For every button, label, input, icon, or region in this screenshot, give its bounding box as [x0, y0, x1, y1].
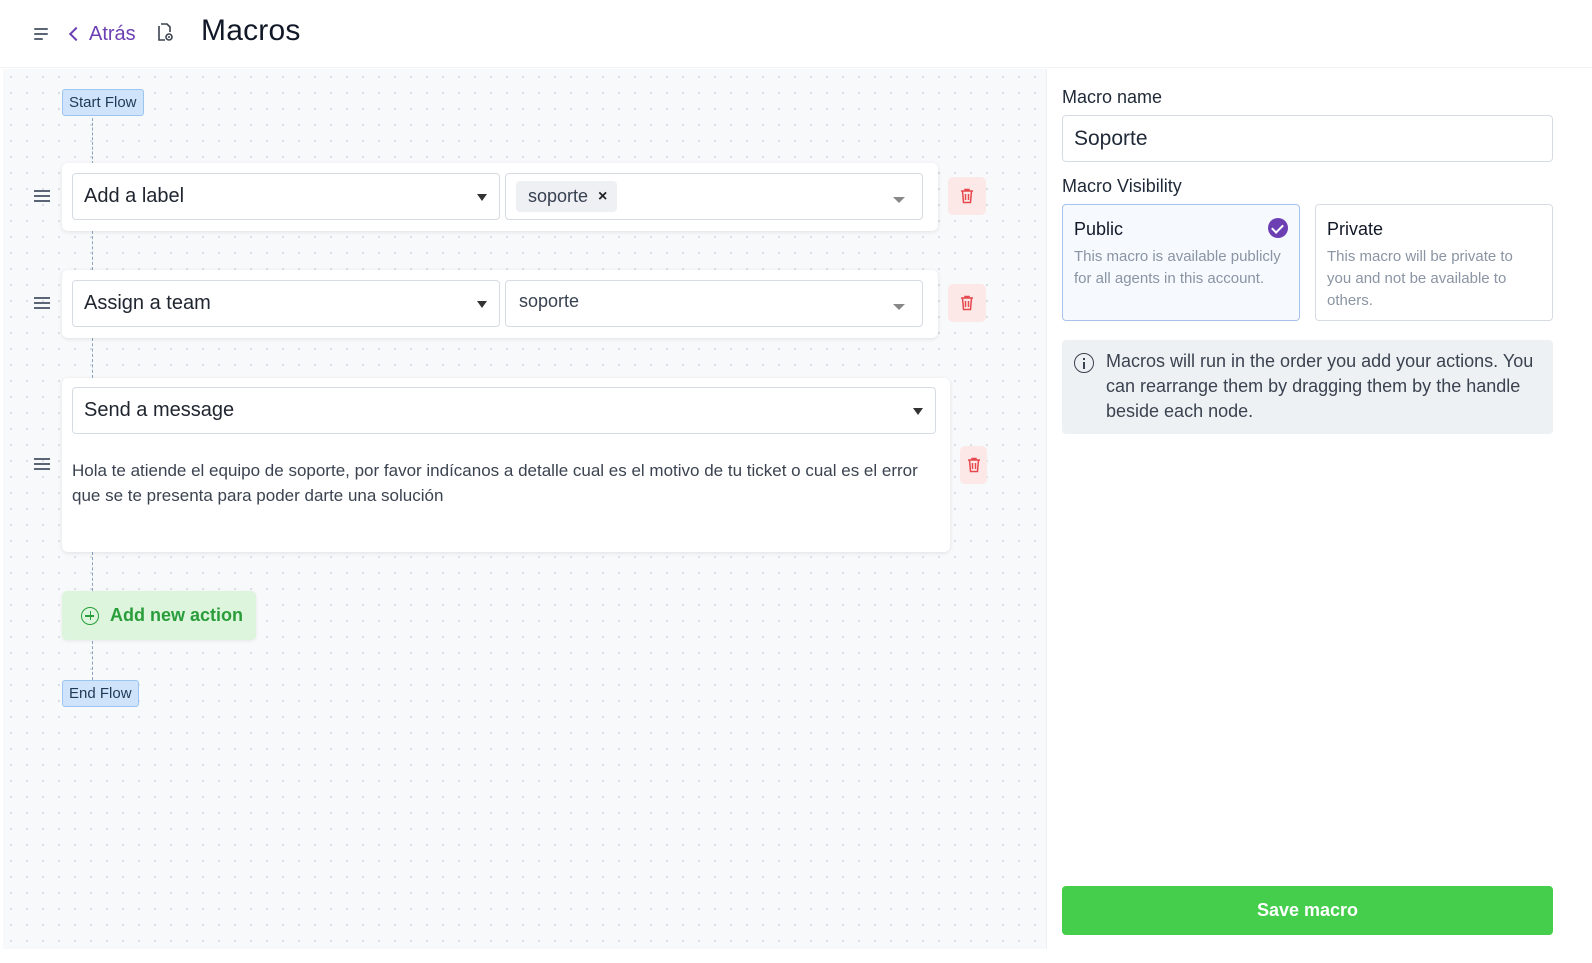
action-type-value: Assign a team: [84, 292, 211, 314]
end-flow-badge: End Flow: [62, 680, 139, 707]
caret-down-icon: [477, 301, 487, 308]
flow-connector: [92, 231, 93, 270]
page-title: Macros: [201, 14, 301, 47]
drag-handle-icon[interactable]: [34, 190, 50, 203]
trash-icon: [961, 188, 973, 204]
action-node-add-label: Add a label soporte ×: [62, 163, 938, 231]
visibility-option-title: Private: [1327, 219, 1384, 239]
chevron-down-icon: [893, 304, 905, 310]
trash-icon: [961, 295, 973, 311]
save-macro-button[interactable]: Save macro: [1062, 886, 1553, 935]
macro-name-input[interactable]: Soporte: [1062, 115, 1553, 162]
flow-connector: [92, 641, 93, 680]
flow-connector: [92, 338, 93, 378]
action-type-value: Add a label: [84, 185, 185, 207]
action-type-select[interactable]: Add a label: [72, 173, 500, 220]
visibility-private-card[interactable]: Private This macro will be private to yo…: [1315, 204, 1553, 321]
label-tag: soporte ×: [516, 181, 618, 212]
start-flow-badge: Start Flow: [62, 89, 144, 116]
flow-connector: [92, 118, 93, 164]
delete-action-button[interactable]: [960, 446, 987, 484]
page-header: Atrás Macros: [0, 0, 1592, 68]
team-select[interactable]: soporte: [505, 280, 923, 327]
back-label: Atrás: [89, 22, 136, 45]
add-new-action-button[interactable]: Add new action: [62, 591, 256, 640]
caret-down-icon: [477, 194, 487, 201]
back-button[interactable]: Atrás: [66, 20, 136, 48]
add-action-label: Add new action: [110, 605, 244, 625]
visibility-option-description: This macro is available publicly for all…: [1074, 248, 1281, 287]
team-value: soporte: [519, 291, 580, 311]
visibility-option-description: This macro will be private to you and no…: [1327, 248, 1513, 309]
delete-action-button[interactable]: [948, 284, 986, 322]
visibility-option-title: Public: [1074, 219, 1124, 239]
remove-tag-icon[interactable]: ×: [598, 188, 607, 206]
action-type-value: Send a message: [84, 399, 235, 421]
plus-circle-icon: [81, 606, 99, 625]
label-tag-text: soporte: [528, 186, 589, 206]
info-icon: [1074, 353, 1094, 373]
message-textarea[interactable]: Hola te atiende el equipo de soporte, po…: [72, 458, 942, 508]
menu-icon[interactable]: [34, 27, 50, 41]
flow-connector: [92, 552, 93, 591]
drag-handle-icon[interactable]: [34, 458, 50, 471]
chevron-down-icon: [893, 197, 905, 203]
action-node-send-message: Send a message Hola te atiende el equipo…: [62, 378, 950, 552]
check-circle-icon: [1268, 218, 1288, 238]
drag-handle-icon[interactable]: [34, 297, 50, 310]
action-node-assign-team: Assign a team soporte: [62, 270, 938, 338]
info-text: Macros will run in the order you add you…: [1106, 351, 1534, 421]
macro-settings-icon: [158, 23, 173, 41]
caret-down-icon: [913, 408, 923, 415]
delete-action-button[interactable]: [948, 177, 986, 215]
action-type-select[interactable]: Assign a team: [72, 280, 500, 327]
chevron-left-icon: [68, 26, 84, 42]
action-type-select[interactable]: Send a message: [72, 387, 936, 434]
label-multiselect[interactable]: soporte ×: [505, 173, 923, 220]
macro-name-label: Macro name: [1062, 87, 1163, 107]
visibility-public-card[interactable]: Public This macro is available publicly …: [1062, 204, 1300, 321]
macro-visibility-label: Macro Visibility: [1062, 176, 1182, 196]
info-banner: Macros will run in the order you add you…: [1062, 340, 1553, 434]
trash-icon: [968, 457, 980, 473]
